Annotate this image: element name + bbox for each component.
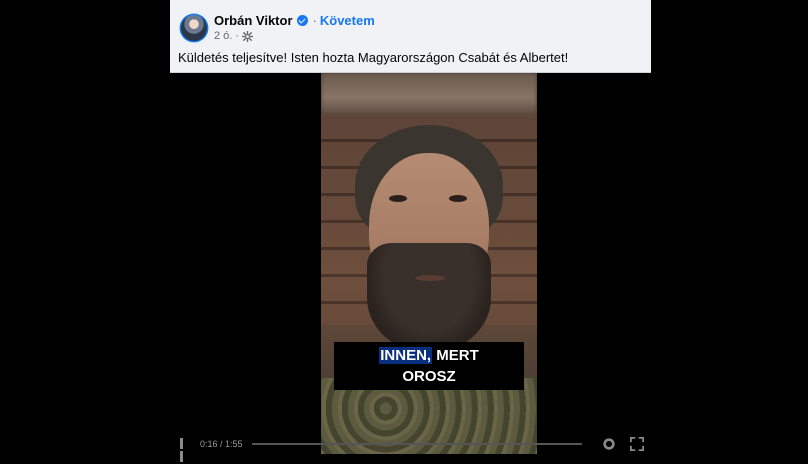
author-row: Orbán Viktor · Követem (214, 13, 375, 28)
person-image (349, 125, 509, 353)
settings-icon[interactable] (602, 437, 616, 451)
post-header: Orbán Viktor · Követem 2 ó. · Küldetés t… (170, 0, 651, 73)
author-name[interactable]: Orbán Viktor (214, 13, 293, 28)
caption-text: MERT (432, 347, 479, 364)
globe-icon (242, 30, 254, 42)
follow-button[interactable]: Követem (320, 13, 375, 28)
verified-badge-icon (296, 15, 308, 26)
meta-separator: · (235, 30, 240, 42)
video-caption: INNEN, MERT OROSZ (334, 342, 524, 390)
progress-bar[interactable] (252, 443, 582, 445)
fullscreen-icon[interactable] (630, 437, 644, 451)
post-meta: 2 ó. · (214, 30, 254, 42)
video-time: 0:16 / 1:55 (200, 439, 243, 449)
avatar[interactable] (178, 12, 210, 44)
post-time[interactable]: 2 ó. (214, 30, 232, 42)
video-frame[interactable] (321, 73, 537, 454)
post-text: Küldetés teljesítve! Isten hozta Magyaro… (178, 50, 569, 65)
caption-line2: OROSZ (402, 368, 456, 385)
video-controls: 0:16 / 1:55 (170, 434, 651, 462)
caption-highlight: INNEN, (379, 347, 433, 364)
pause-icon[interactable] (180, 438, 189, 462)
separator-dot: · (312, 13, 317, 28)
